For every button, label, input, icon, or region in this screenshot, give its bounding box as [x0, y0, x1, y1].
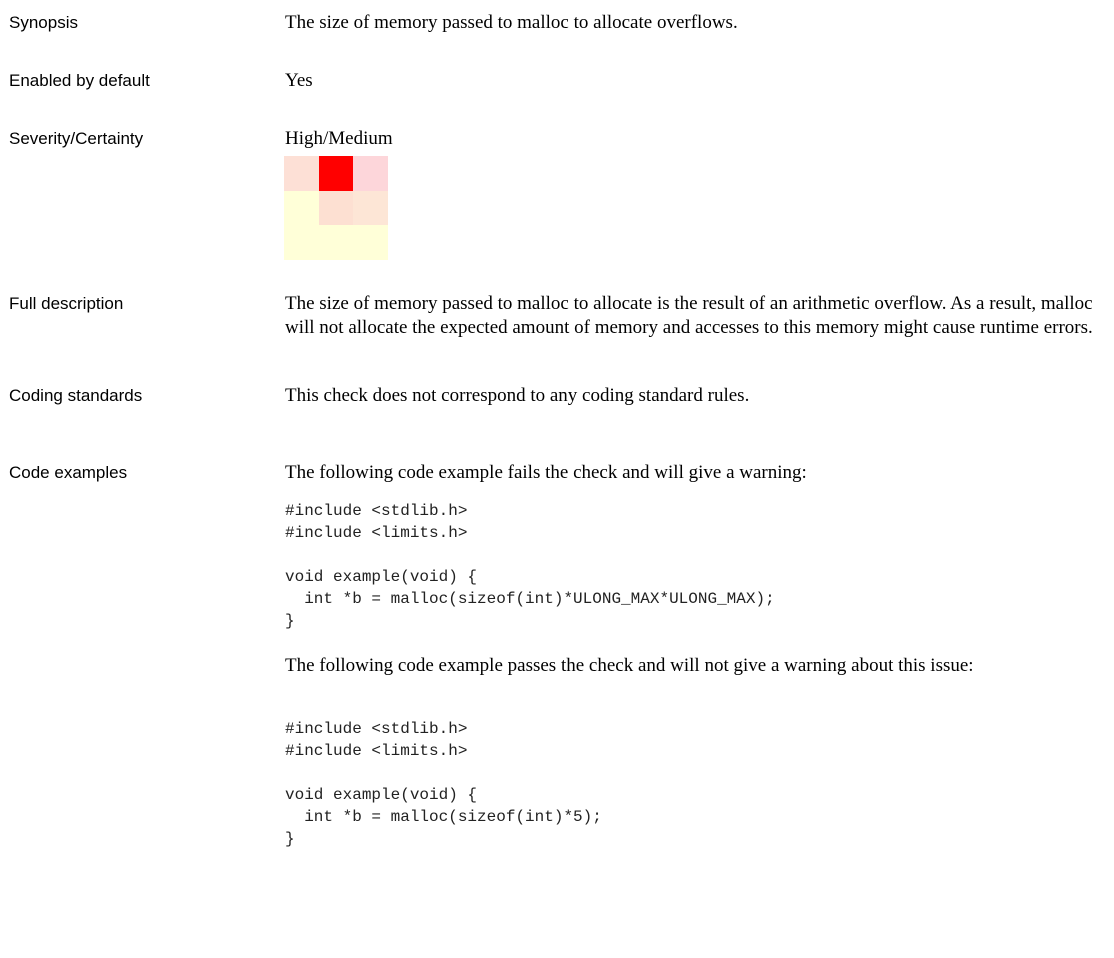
severity-matrix-cell	[353, 190, 388, 226]
full-description-text: The size of memory passed to malloc to a…	[285, 293, 1093, 338]
enabled-label: Enabled by default	[9, 71, 150, 90]
severity-label: Severity/Certainty	[9, 129, 144, 148]
severity-matrix-cell	[284, 156, 319, 191]
severity-matrix-cell	[318, 225, 354, 260]
pass-code-block: #include <stdlib.h> #include <limits.h> …	[285, 720, 602, 848]
synopsis-text: The size of memory passed to malloc to a…	[285, 12, 738, 33]
fail-code-block: #include <stdlib.h> #include <limits.h> …	[285, 502, 775, 630]
severity-matrix-cell	[353, 156, 388, 191]
severity-text: High/Medium	[285, 128, 393, 149]
fail-example-intro: The following code example fails the che…	[285, 462, 807, 483]
enabled-text: Yes	[285, 70, 313, 91]
coding-standards-text: This check does not correspond to any co…	[285, 385, 750, 406]
severity-certainty-matrix	[284, 156, 388, 260]
severity-matrix-cell	[318, 156, 354, 191]
severity-matrix-cell	[284, 190, 319, 226]
full-description-label: Full description	[9, 294, 124, 313]
coding-standards-label: Coding standards	[9, 386, 143, 405]
severity-matrix-cell	[318, 190, 354, 226]
severity-matrix-cell	[284, 225, 319, 260]
severity-matrix-cell	[353, 225, 388, 260]
synopsis-label: Synopsis	[9, 13, 78, 32]
code-examples-label: Code examples	[9, 463, 128, 482]
pass-example-intro: The following code example passes the ch…	[285, 655, 974, 676]
document-page: Synopsis The size of memory passed to ma…	[0, 0, 1114, 958]
